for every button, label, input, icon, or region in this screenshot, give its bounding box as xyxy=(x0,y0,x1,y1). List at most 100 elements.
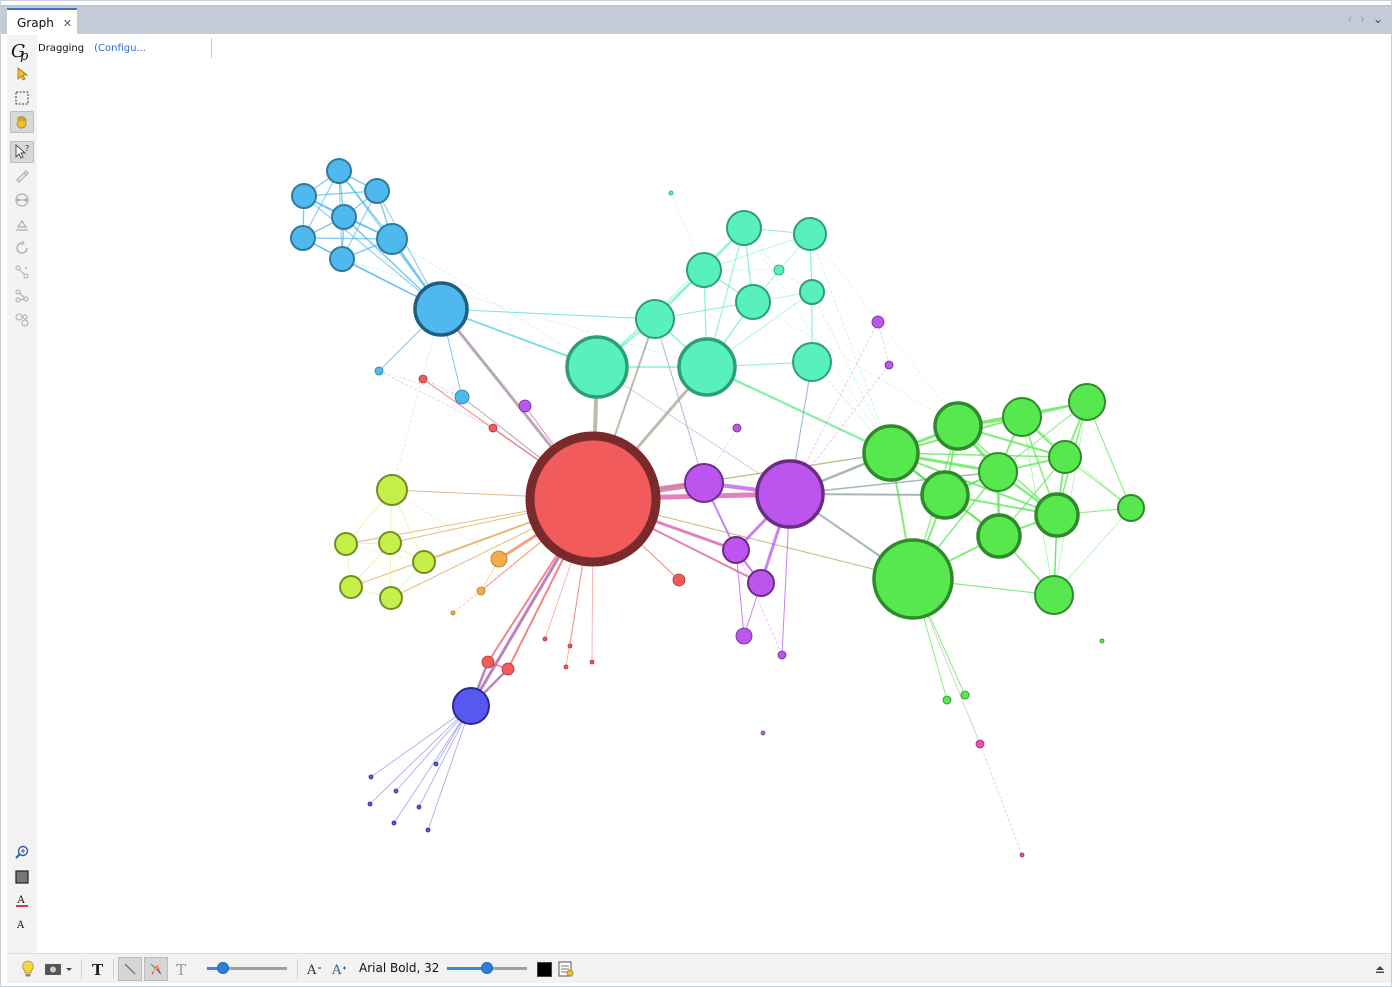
graph-node[interactable] xyxy=(978,452,1018,492)
graph-node[interactable] xyxy=(376,223,408,255)
graph-edge[interactable] xyxy=(427,705,472,831)
edge-color-icon[interactable] xyxy=(144,957,168,981)
graph-node[interactable] xyxy=(339,575,363,599)
graph-node[interactable] xyxy=(668,190,674,196)
graph-node[interactable] xyxy=(488,423,498,433)
graph-node[interactable] xyxy=(732,423,742,433)
graph-node[interactable] xyxy=(563,664,569,670)
graph-node[interactable] xyxy=(326,158,352,184)
graph-node[interactable] xyxy=(418,374,428,384)
graph-node[interactable] xyxy=(331,204,357,230)
graph-node[interactable] xyxy=(773,264,785,276)
graph-node[interactable] xyxy=(412,550,436,574)
graph-node[interactable] xyxy=(481,655,495,669)
edge-select-icon[interactable] xyxy=(118,957,142,981)
graph-node[interactable] xyxy=(635,299,675,339)
graph-node[interactable] xyxy=(589,659,595,665)
graph-node[interactable] xyxy=(378,531,402,555)
graph-node[interactable] xyxy=(975,739,985,749)
font-size-icon[interactable]: A xyxy=(10,913,34,935)
chevron-left-icon[interactable]: ‹ xyxy=(1347,12,1352,26)
text-color-swatch[interactable] xyxy=(536,961,552,977)
graph-node[interactable] xyxy=(542,636,548,642)
graph-node[interactable] xyxy=(329,246,355,272)
slider-knob[interactable] xyxy=(481,962,493,974)
size-icon[interactable] xyxy=(10,213,34,235)
graph-node[interactable] xyxy=(1019,852,1025,858)
graph-node[interactable] xyxy=(525,431,661,567)
graph-node[interactable] xyxy=(416,804,422,810)
graph-node[interactable] xyxy=(290,225,316,251)
graph-node[interactable] xyxy=(364,178,390,204)
graph-node[interactable] xyxy=(976,513,1022,559)
graph-node[interactable] xyxy=(871,315,885,329)
rectangle-select-icon[interactable] xyxy=(10,87,34,109)
chevron-right-icon[interactable]: › xyxy=(1360,12,1365,26)
graph-node[interactable] xyxy=(777,650,787,660)
graph-node[interactable] xyxy=(368,774,374,780)
graph-edge[interactable] xyxy=(391,489,500,560)
graph-node[interactable] xyxy=(367,801,373,807)
drag-hand-icon[interactable] xyxy=(10,111,34,133)
graph-node[interactable] xyxy=(501,662,515,676)
graph-node[interactable] xyxy=(960,690,970,700)
graph-node[interactable] xyxy=(1099,638,1105,644)
graph-node[interactable] xyxy=(374,366,384,376)
graph-node[interactable] xyxy=(379,586,403,610)
graph-edge[interactable] xyxy=(452,590,482,614)
edge-thickness-slider[interactable] xyxy=(207,962,287,974)
graph-node[interactable] xyxy=(686,252,722,288)
graph-node[interactable] xyxy=(393,788,399,794)
graph-node[interactable] xyxy=(1048,440,1082,474)
graph-node[interactable] xyxy=(291,183,317,209)
graph-node[interactable] xyxy=(755,459,825,529)
font-decrease-icon[interactable]: A xyxy=(305,958,325,980)
graph-node[interactable] xyxy=(454,389,470,405)
screenshot-icon[interactable] xyxy=(43,958,75,980)
show-labels-icon[interactable]: T xyxy=(87,958,109,980)
graph-node[interactable] xyxy=(884,360,894,370)
configure-link[interactable]: (Configu... xyxy=(94,43,146,54)
font-icon[interactable]: A xyxy=(330,958,350,980)
graph-node[interactable] xyxy=(726,210,762,246)
graph-node[interactable] xyxy=(792,342,832,382)
graph-node[interactable] xyxy=(672,573,686,587)
label-size-icon[interactable]: T xyxy=(171,958,193,980)
background-color-icon[interactable] xyxy=(10,866,34,888)
shortest-path-icon[interactable] xyxy=(10,189,34,211)
graph-edge[interactable] xyxy=(393,705,472,824)
graph-node[interactable] xyxy=(942,695,952,705)
graph-node[interactable] xyxy=(677,337,737,397)
graph-edge[interactable] xyxy=(752,301,959,427)
edge-pencil-icon[interactable] xyxy=(10,261,34,283)
graph-node[interactable] xyxy=(518,399,532,413)
graph-node[interactable] xyxy=(565,335,629,399)
chevron-down-icon[interactable]: ⌄ xyxy=(1373,12,1383,26)
graph-node[interactable] xyxy=(735,627,753,645)
graph-edge[interactable] xyxy=(369,705,472,805)
graph-node[interactable] xyxy=(376,474,408,506)
graph-node[interactable] xyxy=(1002,397,1042,437)
graph-node[interactable] xyxy=(413,281,469,337)
brush-icon[interactable] xyxy=(10,309,34,331)
graph-node[interactable] xyxy=(722,536,750,564)
graph-edge[interactable] xyxy=(378,370,463,398)
graph-node[interactable] xyxy=(450,610,456,616)
graph-node[interactable] xyxy=(735,284,771,320)
graph-node[interactable] xyxy=(433,761,439,767)
graph-node[interactable] xyxy=(933,401,983,451)
graph-canvas[interactable] xyxy=(37,61,1391,953)
close-icon[interactable]: ✕ xyxy=(63,17,72,30)
graph-node[interactable] xyxy=(760,730,766,736)
graph-svg[interactable] xyxy=(37,61,1391,953)
light-bulb-icon[interactable] xyxy=(17,958,39,980)
graph-node[interactable] xyxy=(799,279,825,305)
heat-map-icon[interactable] xyxy=(10,237,34,259)
graph-node[interactable] xyxy=(1034,575,1074,615)
graph-node[interactable] xyxy=(452,687,490,725)
font-size-slider[interactable] xyxy=(447,962,527,974)
font-color-icon[interactable]: A xyxy=(10,890,34,912)
zoom-fit-icon[interactable] xyxy=(10,841,34,863)
graph-edge[interactable] xyxy=(440,308,656,320)
graph-node[interactable] xyxy=(862,424,920,482)
